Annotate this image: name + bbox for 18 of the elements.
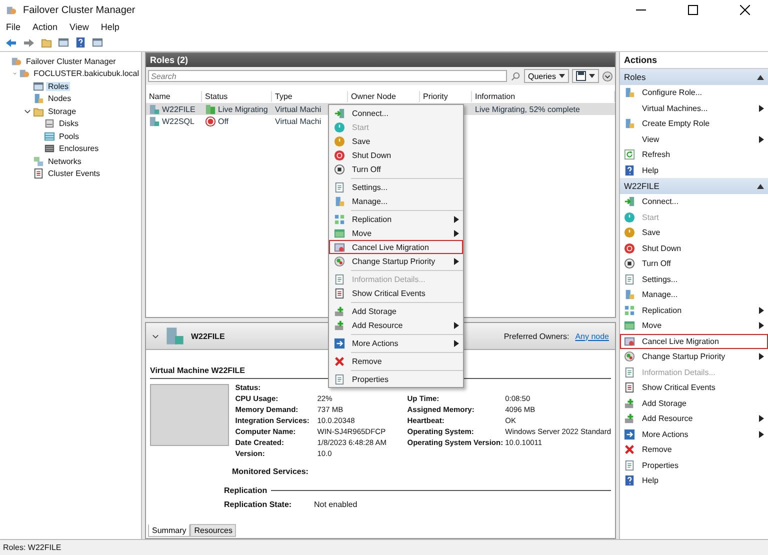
property-label: Replication State: — [224, 500, 293, 509]
preferred-owners-label: Preferred Owners: — [504, 332, 570, 340]
table-cell: Live Migrating — [218, 104, 268, 114]
section-header: Roles — [624, 72, 647, 82]
table-cell: W22FILE — [162, 104, 196, 114]
status-text: Roles: W22FILE — [3, 543, 62, 552]
table-cell: Virtual Machi — [275, 116, 322, 126]
table-cell: Off — [218, 116, 229, 126]
panel-title: Roles (2) — [146, 53, 615, 67]
role-name: W22FILE — [191, 332, 225, 340]
table-cell: Virtual Machi — [275, 104, 322, 114]
section-heading: Replication — [224, 486, 268, 495]
property-value: Not enabled — [314, 500, 358, 509]
property-label: Monitored Services: — [232, 467, 308, 476]
table-cell: Live Migrating, 52% complete — [475, 104, 580, 114]
table-cell: W22SQL — [162, 116, 194, 126]
window-title: Failover Cluster Manager — [23, 4, 136, 16]
section-header: W22FILE — [624, 181, 660, 191]
